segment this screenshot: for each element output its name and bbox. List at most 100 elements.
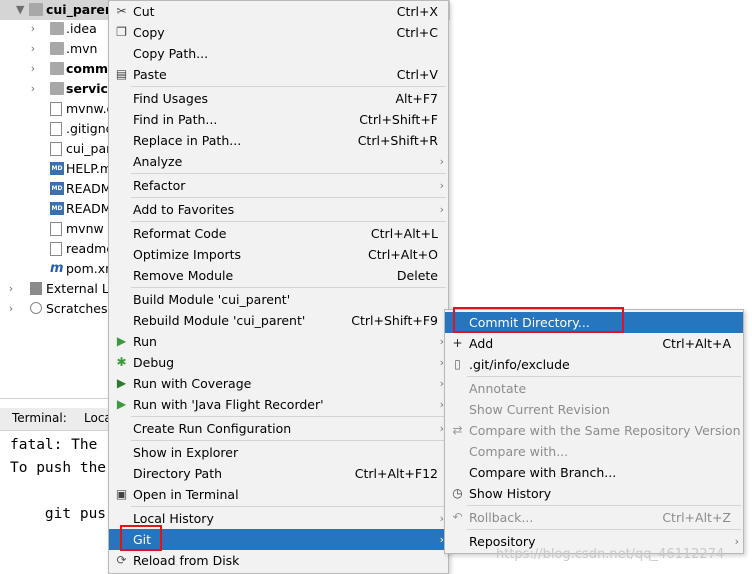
chevron-down-icon[interactable]: ▼ — [16, 0, 24, 20]
file-icon — [50, 222, 62, 236]
library-icon — [30, 282, 42, 295]
menu-item-label: Directory Path — [133, 466, 223, 481]
markdown-file-icon: MD — [50, 162, 64, 175]
menu-item-optimize-imports[interactable]: Optimize Imports Ctrl+Alt+O — [109, 244, 448, 265]
menu-separator — [131, 221, 446, 222]
file-icon — [50, 142, 62, 156]
chevron-right-icon[interactable]: › — [28, 19, 38, 39]
menu-item-compare-with-the-same-repository-version[interactable]: ⇄ Compare with the Same Repository Versio… — [445, 420, 743, 441]
menu-item-label: Run — [133, 334, 157, 349]
menu-separator — [131, 416, 446, 417]
tree-item-label: readme — [66, 241, 115, 256]
menu-item-label: Build Module 'cui_parent' — [133, 292, 291, 307]
tree-item-label: .mvn — [66, 41, 98, 56]
menu-item-build-module-cui-parent[interactable]: Build Module 'cui_parent' — [109, 289, 448, 310]
context-menu: ✂ Cut Ctrl+X ❐ Copy Ctrl+C Copy Path... ▤ Paste C… — [108, 0, 449, 574]
menu-item-label: Add to Favorites — [133, 202, 235, 217]
menu-item-compare-with[interactable]: Compare with... — [445, 441, 743, 462]
menu-item-label: Remove Module — [133, 268, 234, 283]
menu-separator — [467, 529, 741, 530]
tree-item-label: .gitignc — [66, 121, 113, 136]
annotation-box-git — [120, 525, 162, 551]
menu-item-remove-module[interactable]: Remove Module Delete — [109, 265, 448, 286]
coverage-icon: ▶ — [116, 376, 127, 390]
menu-item-label: Copy Path... — [133, 46, 209, 61]
run-icon: ▶ — [116, 334, 127, 348]
menu-item-annotate[interactable]: Annotate — [445, 378, 743, 399]
menu-item-label: Run with Coverage — [133, 376, 252, 391]
menu-item-find-usages[interactable]: Find Usages Alt+F7 — [109, 88, 448, 109]
menu-item-shortcut: Ctrl+C — [396, 25, 438, 40]
folder-icon — [50, 22, 64, 35]
menu-separator — [131, 86, 446, 87]
menu-item-add-to-favorites[interactable]: Add to Favorites › — [109, 199, 448, 220]
menu-item-copy-path[interactable]: Copy Path... — [109, 43, 448, 64]
flight-recorder-icon: ▶ — [116, 397, 127, 411]
menu-item-shortcut: Alt+F7 — [395, 91, 438, 106]
menu-item-label: Annotate — [469, 381, 527, 396]
menu-item-shortcut: Ctrl+V — [396, 67, 438, 82]
paste-icon: ▤ — [115, 67, 128, 81]
menu-item-open-in-terminal[interactable]: ▣ Open in Terminal — [109, 484, 448, 505]
git-submenu: Commit Directory... + Add Ctrl+Alt+A ▯ .git/i… — [444, 309, 744, 554]
menu-item-label: Find Usages — [133, 91, 209, 106]
chevron-right-icon[interactable]: › — [6, 299, 16, 319]
menu-item-git-info-exclude[interactable]: ▯ .git/info/exclude — [445, 354, 743, 375]
menu-item-analyze[interactable]: Analyze › — [109, 151, 448, 172]
menu-separator — [131, 287, 446, 288]
menu-item-shortcut: Ctrl+Alt+F12 — [354, 466, 438, 481]
menu-item-show-in-explorer[interactable]: Show in Explorer — [109, 442, 448, 463]
menu-item-add[interactable]: + Add Ctrl+Alt+A — [445, 333, 743, 354]
tree-item-label: mvnw.c — [66, 101, 114, 116]
menu-item-label: Optimize Imports — [133, 247, 242, 262]
menu-item-label: Copy — [133, 25, 165, 40]
chevron-right-icon[interactable]: › — [6, 279, 16, 299]
menu-item-label: Create Run Configuration — [133, 421, 292, 436]
menu-item-run[interactable]: ▶ Run › — [109, 331, 448, 352]
menu-item-create-run-configuration[interactable]: Create Run Configuration › — [109, 418, 448, 439]
chevron-right-icon[interactable]: › — [28, 39, 38, 59]
menu-item-rollback[interactable]: ↶ Rollback... Ctrl+Alt+Z — [445, 507, 743, 528]
menu-item-refactor[interactable]: Refactor › — [109, 175, 448, 196]
menu-item-reload-from-disk[interactable]: ⟳ Reload from Disk — [109, 550, 448, 571]
menu-item-directory-path[interactable]: Directory Path Ctrl+Alt+F12 — [109, 463, 448, 484]
menu-item-paste[interactable]: ▤ Paste Ctrl+V — [109, 64, 448, 85]
chevron-right-icon[interactable]: › — [28, 79, 38, 99]
folder-icon — [50, 82, 64, 95]
menu-item-cut[interactable]: ✂ Cut Ctrl+X — [109, 1, 448, 22]
menu-item-label: Rebuild Module 'cui_parent' — [133, 313, 306, 328]
menu-item-show-history[interactable]: ◷ Show History — [445, 483, 743, 504]
chevron-right-icon: › — [439, 203, 444, 216]
menu-item-label: Analyze — [133, 154, 183, 169]
file-icon — [50, 242, 62, 256]
menu-item-compare-with-branch[interactable]: Compare with Branch... — [445, 462, 743, 483]
menu-separator — [467, 505, 741, 506]
menu-item-label: Open in Terminal — [133, 487, 239, 502]
menu-item-label: Run with 'Java Flight Recorder' — [133, 397, 324, 412]
menu-item-label: Cut — [133, 4, 155, 19]
menu-separator — [131, 506, 446, 507]
menu-item-label: Show Current Revision — [469, 402, 610, 417]
menu-item-rebuild-module-cui-parent[interactable]: Rebuild Module 'cui_parent' Ctrl+Shift+F9 — [109, 310, 448, 331]
menu-item-copy[interactable]: ❐ Copy Ctrl+C — [109, 22, 448, 43]
menu-item-debug[interactable]: ✱ Debug › — [109, 352, 448, 373]
menu-item-run-with-coverage[interactable]: ▶ Run with Coverage › — [109, 373, 448, 394]
terminal-line: git pus — [10, 506, 107, 522]
chevron-right-icon: › — [439, 155, 444, 168]
menu-item-reformat-code[interactable]: Reformat Code Ctrl+Alt+L — [109, 223, 448, 244]
menu-item-label: Replace in Path... — [133, 133, 242, 148]
menu-item-show-current-revision[interactable]: Show Current Revision — [445, 399, 743, 420]
file-icon — [50, 122, 62, 136]
tree-item-label: mvnw — [66, 221, 104, 236]
terminal-title: Terminal: — [12, 411, 67, 425]
menu-item-replace-in-path[interactable]: Replace in Path... Ctrl+Shift+R — [109, 130, 448, 151]
chevron-right-icon: › — [734, 535, 739, 548]
menu-item-shortcut: Ctrl+Shift+F — [359, 112, 438, 127]
menu-item-shortcut: Delete — [396, 268, 438, 283]
menu-item-run-with-java-flight-recorder[interactable]: ▶ Run with 'Java Flight Recorder' › — [109, 394, 448, 415]
menu-item-find-in-path[interactable]: Find in Path... Ctrl+Shift+F — [109, 109, 448, 130]
add-icon: + — [452, 336, 463, 350]
history-icon: ◷ — [452, 486, 463, 500]
file-icon: ▯ — [454, 357, 461, 371]
chevron-right-icon[interactable]: › — [28, 59, 38, 79]
